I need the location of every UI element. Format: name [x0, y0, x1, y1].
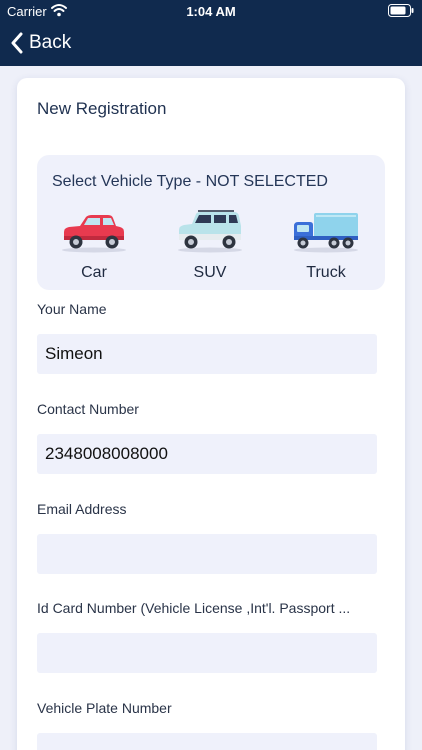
vehicle-option-label: Car	[81, 264, 107, 281]
name-label: Your Name	[37, 301, 107, 317]
email-label: Email Address	[37, 501, 127, 517]
chevron-left-icon	[11, 32, 23, 54]
vehicle-option-label: SUV	[193, 264, 227, 281]
registration-card: New Registration Select Vehicle Type - N…	[17, 78, 405, 750]
clock: 1:04 AM	[186, 4, 236, 19]
contact-number-input[interactable]	[37, 434, 377, 474]
vehicle-option-truck[interactable]: Truck	[281, 210, 371, 285]
vehicle-option-label: Truck	[306, 264, 346, 281]
top-header: Carrier 1:04 AM Back	[0, 0, 422, 66]
name-input[interactable]	[37, 334, 377, 374]
car-icon	[62, 215, 126, 253]
vehicle-option-car[interactable]: Car	[49, 210, 139, 285]
status-bar: Carrier 1:04 AM	[0, 0, 422, 22]
plate-number-label: Vehicle Plate Number	[37, 700, 172, 716]
form-title: New Registration	[37, 99, 167, 118]
back-label: Back	[29, 32, 72, 53]
vehicle-type-selector: Select Vehicle Type - NOT SELECTED Car S…	[37, 155, 385, 290]
plate-number-input[interactable]	[37, 733, 377, 750]
contact-number-label: Contact Number	[37, 401, 139, 417]
battery-icon	[388, 4, 414, 17]
email-input[interactable]	[37, 534, 377, 574]
vehicle-option-suv[interactable]: SUV	[165, 210, 255, 285]
truck-icon	[294, 213, 358, 253]
back-button[interactable]: Back	[0, 26, 200, 60]
id-card-input[interactable]	[37, 633, 377, 673]
id-card-label: Id Card Number (Vehicle License ,Int'l. …	[37, 600, 351, 616]
vehicle-type-title: Select Vehicle Type - NOT SELECTED	[52, 173, 328, 190]
suv-icon	[178, 210, 242, 253]
